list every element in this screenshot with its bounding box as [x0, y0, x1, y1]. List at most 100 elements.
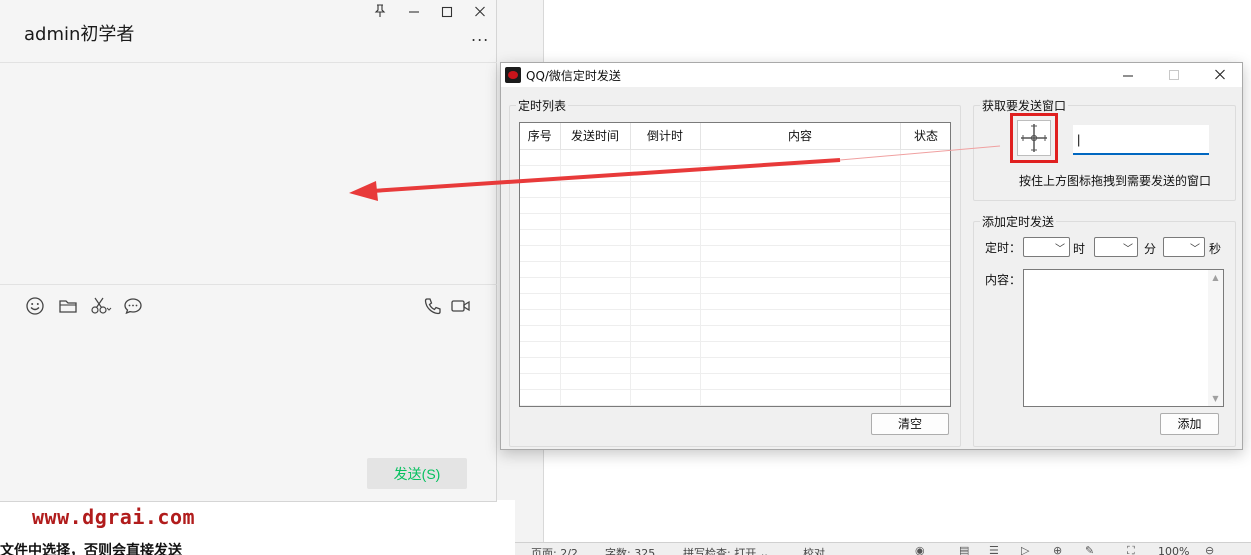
table-cell [700, 149, 901, 166]
table-cell [700, 325, 901, 342]
folder-icon[interactable] [58, 296, 78, 316]
table-row[interactable] [520, 181, 950, 198]
scroll-up-icon[interactable]: ▲ [1208, 273, 1223, 282]
proofread-button[interactable]: 校对 [803, 545, 825, 555]
dialog-title: QQ/微信定时发送 [526, 69, 621, 83]
second-select[interactable]: ﹀ [1163, 237, 1205, 257]
page-view-icon[interactable]: ▤ [959, 544, 969, 555]
table-row[interactable] [520, 309, 950, 326]
content-scrollbar[interactable]: ▲ ▼ [1208, 270, 1223, 406]
minimize-icon[interactable] [1116, 65, 1140, 87]
table-cell [630, 261, 701, 278]
table-cell [560, 229, 631, 246]
column-header-index[interactable]: 序号 [520, 123, 561, 150]
table-cell [520, 325, 561, 342]
table-cell [900, 293, 950, 310]
table-row[interactable] [520, 341, 950, 358]
table-cell [520, 245, 561, 262]
column-header-send-time[interactable]: 发送时间 [560, 123, 631, 150]
drag-hint: 按住上方图标拖拽到需要发送的窗口 [1019, 174, 1212, 188]
table-cell [900, 357, 950, 374]
target-window-field[interactable] [1073, 125, 1209, 155]
page-indicator[interactable]: 页面: 2/2 [531, 545, 578, 555]
emoji-icon[interactable] [25, 296, 45, 316]
table-cell [520, 357, 561, 374]
document-statusbar: 页面: 2/2 字数: 325 拼写检查: 打开 ⌄ 校对 ◉ ▤ ☰ ▷ ⊕ … [515, 542, 1251, 555]
minute-select[interactable]: ﹀ [1094, 237, 1138, 257]
phone-icon[interactable] [423, 296, 443, 316]
table-cell [630, 181, 701, 198]
word-count[interactable]: 字数: 325 [605, 545, 655, 555]
table-row[interactable] [520, 389, 950, 406]
table-cell [900, 165, 950, 182]
clear-button[interactable]: 清空 [871, 413, 949, 435]
play-icon[interactable]: ▷ [1021, 544, 1029, 555]
table-cell [630, 389, 701, 406]
table-cell [630, 293, 701, 310]
table-cell [560, 357, 631, 374]
outline-view-icon[interactable]: ☰ [989, 544, 999, 555]
eye-icon[interactable]: ◉ [915, 544, 925, 555]
table-cell [700, 245, 901, 262]
scroll-down-icon[interactable]: ▼ [1208, 394, 1223, 403]
table-cell [520, 309, 561, 326]
table-cell [560, 389, 631, 406]
table-row[interactable] [520, 373, 950, 390]
table-cell [700, 213, 901, 230]
minute-unit: 分 [1144, 242, 1157, 256]
table-cell [700, 293, 901, 310]
table-row[interactable] [520, 213, 950, 230]
dialog-titlebar[interactable]: QQ/微信定时发送 [501, 63, 1242, 87]
table-row[interactable] [520, 165, 950, 182]
table-cell [520, 293, 561, 310]
column-header-status[interactable]: 状态 [900, 123, 950, 150]
table-cell [520, 373, 561, 390]
table-cell [900, 149, 950, 166]
chevron-down-icon: ﹀ [1123, 244, 1133, 255]
table-row[interactable] [520, 197, 950, 214]
table-cell [560, 277, 631, 294]
zoom-out-icon[interactable]: ⊖ [1205, 544, 1214, 555]
column-header-countdown[interactable]: 倒计时 [630, 123, 701, 150]
chat-bubble-icon[interactable] [123, 296, 143, 316]
maximize-icon[interactable] [437, 4, 457, 22]
table-cell [520, 229, 561, 246]
web-view-icon[interactable]: ⊕ [1053, 544, 1062, 555]
table-cell [630, 373, 701, 390]
fit-page-icon[interactable]: ⛶ [1127, 544, 1135, 555]
video-icon[interactable] [450, 296, 470, 316]
table-cell [630, 213, 701, 230]
close-icon[interactable] [1208, 65, 1232, 87]
table-row[interactable] [520, 261, 950, 278]
table-cell [700, 229, 901, 246]
add-button[interactable]: 添加 [1160, 413, 1219, 435]
table-cell [700, 197, 901, 214]
content-label: 内容： [985, 273, 1022, 287]
table-row[interactable] [520, 277, 950, 294]
table-row[interactable] [520, 229, 950, 246]
table-row[interactable] [520, 325, 950, 342]
schedule-table[interactable]: 序号 发送时间 倒计时 内容 状态 [519, 122, 951, 407]
spell-check-toggle[interactable]: 拼写检查: 打开 ⌄ [683, 545, 769, 555]
pen-icon[interactable]: ✎ [1085, 544, 1094, 555]
table-cell [900, 197, 950, 214]
minimize-icon[interactable] [404, 4, 424, 22]
table-cell [900, 229, 950, 246]
table-row[interactable] [520, 357, 950, 374]
chevron-down-icon: ﹀ [1190, 244, 1200, 255]
crosshair-target-icon[interactable] [1017, 120, 1051, 156]
scissors-icon[interactable] [90, 296, 112, 316]
zoom-level[interactable]: 100% [1158, 545, 1189, 555]
pin-icon[interactable] [370, 4, 390, 22]
hour-select[interactable]: ﹀ [1023, 237, 1070, 257]
more-options-button[interactable]: ... [471, 26, 489, 45]
table-cell [700, 165, 901, 182]
table-row[interactable] [520, 149, 950, 166]
send-button[interactable]: 发送(S) [367, 458, 467, 489]
table-row[interactable] [520, 293, 950, 310]
close-icon[interactable] [470, 4, 490, 22]
table-cell [560, 213, 631, 230]
table-row[interactable] [520, 245, 950, 262]
column-header-content[interactable]: 内容 [700, 123, 901, 150]
content-textarea[interactable]: ▲ ▼ [1023, 269, 1224, 407]
